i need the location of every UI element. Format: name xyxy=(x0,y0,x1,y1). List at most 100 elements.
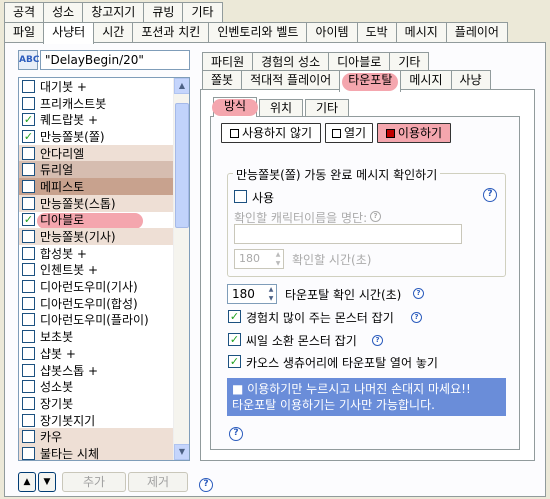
tab-inner-etc[interactable]: 기타 xyxy=(305,99,350,117)
list-item[interactable]: 장기봇 xyxy=(19,395,189,412)
list-item[interactable]: 합성봇 + xyxy=(19,245,189,262)
mode-open-button[interactable]: 열기 xyxy=(325,123,373,143)
tab-inventory[interactable]: 인벤토리와 벨트 xyxy=(208,22,308,42)
list-item[interactable]: 보초봇 xyxy=(19,328,189,345)
tab-stash[interactable]: 창고지기 xyxy=(82,2,145,22)
list-item-checkbox[interactable] xyxy=(22,380,35,394)
list-item[interactable]: 성소봇 xyxy=(19,378,189,395)
option-chaos-tp-checkbox[interactable]: ✓ xyxy=(228,355,241,368)
list-item[interactable]: 듀리얼 xyxy=(19,161,189,179)
list-item[interactable]: 인첸트봇 + xyxy=(19,262,189,279)
confirm-time-spinner[interactable]: ▲ ▼ xyxy=(273,250,283,268)
list-item-checkbox[interactable] xyxy=(22,396,35,410)
list-item-checkbox[interactable] xyxy=(22,296,35,310)
scroll-up-icon[interactable]: ▲ xyxy=(174,78,189,94)
option-seal-monster-checkbox[interactable]: ✓ xyxy=(228,333,241,346)
tab-cubing[interactable]: 큐빙 xyxy=(143,2,184,22)
list-item-checkbox[interactable] xyxy=(22,430,35,444)
list-item-checkbox[interactable] xyxy=(22,96,35,110)
tab-sub-message[interactable]: 메시지 xyxy=(400,70,452,90)
tab-time[interactable]: 시간 xyxy=(93,22,134,42)
option-seal-help-icon[interactable]: ? xyxy=(372,335,383,346)
list-item-checkbox[interactable] xyxy=(22,413,35,427)
list-item[interactable]: 만능쫄봇(스톱) xyxy=(19,194,189,212)
list-item-checkbox[interactable] xyxy=(22,230,35,244)
list-item[interactable]: 디아런도우미(플라이) xyxy=(19,312,189,329)
list-item[interactable]: ✓ 만능쫄봇(쫄) xyxy=(19,128,189,145)
scroll-down-icon[interactable]: ▼ xyxy=(174,444,189,460)
list-item[interactable]: 메피스토 xyxy=(19,178,189,195)
tab-location[interactable]: 위치 xyxy=(259,99,304,117)
name-input[interactable] xyxy=(234,224,462,244)
list-item[interactable]: 대기봇 + xyxy=(19,78,189,95)
tab-party[interactable]: 파티원 xyxy=(202,52,254,72)
remove-button[interactable]: 제거 xyxy=(128,472,188,492)
list-item-checkbox[interactable]: ✓ xyxy=(22,129,35,143)
tab-minion-bot[interactable]: 쫄봇 xyxy=(202,70,243,90)
list-item[interactable]: 디아런도우미(합성) xyxy=(19,295,189,312)
help-icon[interactable]: ? xyxy=(199,478,213,492)
tab-gamble[interactable]: 도박 xyxy=(356,22,397,42)
list-item[interactable]: 카우 xyxy=(19,428,189,446)
list-item-checkbox[interactable] xyxy=(22,363,35,377)
use-checkbox[interactable] xyxy=(234,190,247,203)
tp-time-help-icon[interactable]: ? xyxy=(413,288,424,299)
list-item[interactable]: 장기봇지기 xyxy=(19,412,189,429)
tab-shrine[interactable]: 성소 xyxy=(43,2,84,22)
list-item[interactable]: 만능쫄봇(기사) xyxy=(19,228,189,245)
list-item[interactable]: 안다리엘 xyxy=(19,144,189,162)
list-item-checkbox[interactable]: ✓ xyxy=(22,213,35,227)
list-item[interactable]: 샵봇스톱 + xyxy=(19,362,189,379)
list-item-checkbox[interactable] xyxy=(22,263,35,277)
list-item-checkbox[interactable] xyxy=(22,163,35,177)
option-exp-monster-checkbox[interactable]: ✓ xyxy=(228,310,241,323)
list-item[interactable]: 샵봇 + xyxy=(19,345,189,362)
tab-etc[interactable]: 기타 xyxy=(182,2,223,22)
list-item-checkbox[interactable] xyxy=(22,246,35,260)
list-item-checkbox[interactable] xyxy=(22,313,35,327)
list-item-checkbox[interactable] xyxy=(22,79,35,93)
mode-disable-button[interactable]: 사용하지 않기 xyxy=(221,123,321,143)
tab-file[interactable]: 파일 xyxy=(4,22,45,42)
tab-message[interactable]: 메시지 xyxy=(395,22,447,42)
list-item-checkbox[interactable] xyxy=(22,196,35,210)
tab-hostile-player[interactable]: 적대적 플레이어 xyxy=(241,70,341,90)
mode-use-button[interactable]: 이용하기 xyxy=(377,123,451,143)
confirm-time-input[interactable]: 180 ▲ ▼ xyxy=(234,249,284,269)
bot-list[interactable]: 대기봇 + 프리캐스트봇 ✓ 퀘드랍봇 + ✓ 만능쫄봇(쫄) 안다리엘 듀리얼 메피스토 만능쫄… xyxy=(18,77,190,461)
name-help-icon[interactable]: ? xyxy=(370,211,381,222)
tab-player[interactable]: 플레이어 xyxy=(445,22,508,42)
move-down-button[interactable]: ▼ xyxy=(38,472,56,492)
tab-sub-etc[interactable]: 기타 xyxy=(389,52,430,72)
script-dropdown[interactable]: "DelayBegin/20" xyxy=(40,50,190,70)
list-item[interactable]: 디아런도우미(기사) xyxy=(19,278,189,295)
tp-time-spinner[interactable]: ▲ ▼ xyxy=(266,285,276,303)
move-up-button[interactable]: ▲ xyxy=(18,472,36,492)
tab-diablo[interactable]: 디아블로 xyxy=(328,52,391,72)
tab-potion[interactable]: 포션과 치킨 xyxy=(132,22,210,42)
list-item[interactable]: 불타는 시체 xyxy=(19,445,189,460)
tab-exp-shrine[interactable]: 경험의 성소 xyxy=(252,52,330,72)
add-button[interactable]: 추가 xyxy=(62,472,126,492)
tab-town-portal[interactable]: 타운포탈 xyxy=(339,70,402,92)
group-help-icon[interactable]: ? xyxy=(483,188,497,202)
list-item-checkbox[interactable] xyxy=(22,330,35,344)
option-exp-help-icon[interactable]: ? xyxy=(411,312,422,323)
tab-item[interactable]: 아이템 xyxy=(306,22,358,42)
panel-help-icon[interactable]: ? xyxy=(229,427,243,441)
list-item-checkbox[interactable] xyxy=(22,446,35,460)
scroll-thumb[interactable] xyxy=(175,103,189,228)
tp-time-input[interactable]: 180 ▲ ▼ xyxy=(227,284,277,304)
list-item-checkbox[interactable] xyxy=(22,346,35,360)
list-item-checkbox[interactable] xyxy=(22,280,35,294)
list-item[interactable]: 프리캐스트봇 xyxy=(19,95,189,112)
list-item[interactable]: ✓ 퀘드랍봇 + xyxy=(19,111,189,128)
list-item-checkbox[interactable] xyxy=(22,146,35,160)
script-icon[interactable]: ABC xyxy=(18,50,39,70)
list-item-checkbox[interactable]: ✓ xyxy=(22,113,35,127)
list-scrollbar[interactable]: ▲ ▼ xyxy=(173,78,189,460)
list-item[interactable]: ✓ 디아블로 xyxy=(19,212,189,229)
tab-attack[interactable]: 공격 xyxy=(4,2,45,22)
tab-method[interactable]: 방식 xyxy=(212,97,258,117)
list-item-checkbox[interactable] xyxy=(22,179,35,193)
